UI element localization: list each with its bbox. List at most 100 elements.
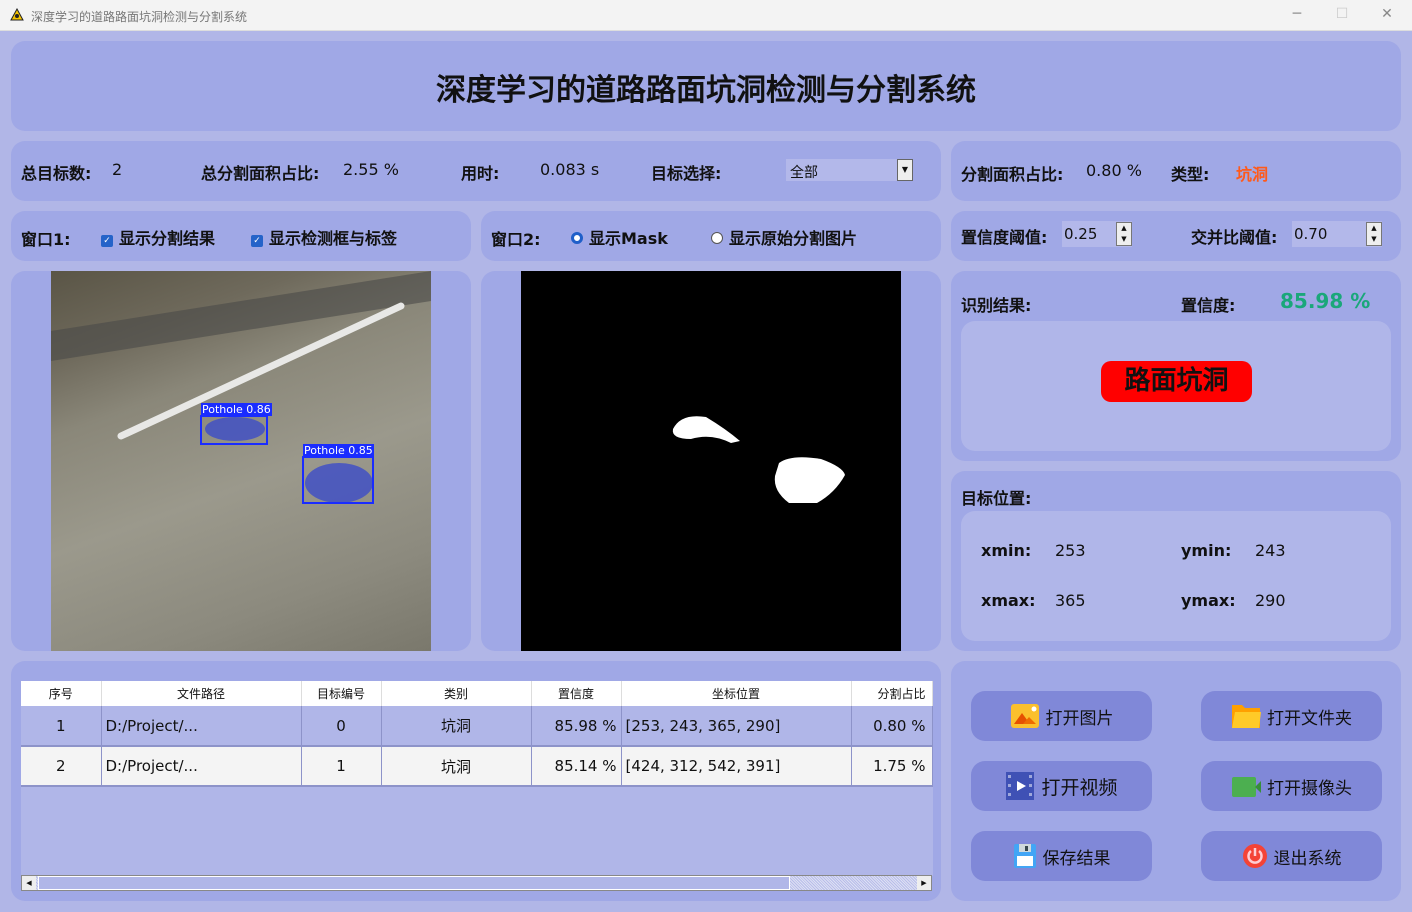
mask-image [521,271,901,651]
image-icon [1010,704,1039,728]
title-bar: 深度学习的道路路面坑洞检测与分割系统 ─ ☐ ✕ [0,0,1412,31]
xmax-value: 365 [1055,591,1086,610]
image-panel-2 [481,271,941,651]
show-box-label: 显示检测框与标签 [269,229,398,248]
camera-icon [1232,777,1261,797]
open-folder-button[interactable]: 打开文件夹 [1201,691,1382,741]
cell[interactable]: 0 [301,706,382,747]
table-row[interactable]: 2 D:/Project/... 1 坑洞 85.14 % [424, 312,… [21,746,933,787]
scroll-right-icon[interactable]: ▶ [917,876,931,890]
col-header[interactable]: 类别 [381,681,532,706]
open-image-label: 打开图片 [1045,708,1114,729]
time-label: 用时: [461,164,500,183]
spin-arrows-icon[interactable]: ▲ ▼ [1366,222,1382,246]
video-icon [1006,772,1035,800]
chevron-down-icon[interactable]: ▼ [897,159,913,181]
show-box-checkbox[interactable]: ✓ 显示检测框与标签 [251,225,397,249]
road-scene-graphic [51,271,431,504]
cell[interactable]: 1 [21,706,102,747]
total-value: 2 [112,160,123,179]
minimize-button[interactable]: ─ [1287,6,1307,22]
cell[interactable]: 1.75 % [851,746,933,787]
cell[interactable]: D:/Project/... [101,746,302,787]
type-value: 坑洞 [1236,165,1269,184]
open-video-button[interactable]: 打开视频 [971,761,1152,811]
save-icon [1013,844,1036,868]
exit-button[interactable]: 退出系统 [1201,831,1382,881]
window2-panel: 窗口2: 显示Mask 显示原始分割图片 [481,211,941,261]
radio-unselected-icon [711,232,723,244]
conf-threshold-spinbox[interactable]: 0.25 ▲ ▼ [1062,221,1132,247]
cell[interactable]: 1 [301,746,382,787]
horizontal-scrollbar[interactable]: ◀ ▶ [21,875,932,891]
position-label: 目标位置: [961,489,1032,508]
cell[interactable]: 85.98 % [531,706,622,747]
power-icon [1242,844,1267,868]
class-badge: 路面坑洞 [1101,361,1252,402]
open-image-button[interactable]: 打开图片 [971,691,1152,741]
col-header[interactable]: 置信度 [531,681,622,706]
col-header[interactable]: 目标编号 [301,681,382,706]
close-button[interactable]: ✕ [1377,6,1397,22]
cell[interactable]: 坑洞 [381,706,532,747]
time-value: 0.083 s [540,160,600,179]
window-title: 深度学习的道路路面坑洞检测与分割系统 [31,10,248,24]
table-row[interactable]: 1 D:/Project/... 0 坑洞 85.98 % [253, 243,… [21,706,933,747]
exit-label: 退出系统 [1273,848,1342,869]
col-header[interactable]: 文件路径 [101,681,302,706]
iou-threshold-spinbox[interactable]: 0.70 ▲ ▼ [1292,221,1382,247]
cell[interactable]: 坑洞 [381,746,532,787]
open-video-label: 打开视频 [1041,776,1118,799]
page-title: 深度学习的道路路面坑洞检测与分割系统 [436,73,976,108]
folder-icon [1232,705,1261,728]
save-button[interactable]: 保存结果 [971,831,1152,881]
type-label: 类型: [1171,165,1210,184]
cell[interactable]: [253, 243, 365, 290] [621,706,852,747]
xmin-label: xmin: [981,541,1032,560]
spin-arrows-icon[interactable]: ▲ ▼ [1116,222,1132,246]
show-mask-radio[interactable]: 显示Mask [571,225,668,249]
col-header[interactable]: 坐标位置 [621,681,852,706]
result-box: 路面坑洞 [961,321,1391,451]
app-logo-icon [10,8,24,21]
detection-image: Pothole 0.86 Pothole 0.85 [51,271,431,651]
image-panel-1: Pothole 0.86 Pothole 0.85 [11,271,471,651]
stats-panel: 总目标数: 2 总分割面积占比: 2.55 % 用时: 0.083 s 目标选择… [11,141,941,201]
save-label: 保存结果 [1042,848,1111,869]
cell[interactable]: D:/Project/... [101,706,302,747]
show-original-label: 显示原始分割图片 [729,229,858,248]
total-label: 总目标数: [21,164,92,183]
window1-panel: 窗口1: ✓ 显示分割结果 ✓ 显示检测框与标签 [11,211,471,261]
cell[interactable]: 0.80 % [851,706,933,747]
mask-blobs-graphic [672,416,845,503]
radio-selected-icon [571,232,583,244]
cell[interactable]: 2 [21,746,102,787]
window2-label: 窗口2: [491,230,541,249]
show-original-radio[interactable]: 显示原始分割图片 [711,225,857,249]
result-conf-value: 85.98 % [1280,289,1371,313]
area-value: 2.55 % [343,160,399,179]
iou-threshold-label: 交并比阈值: [1191,228,1278,247]
show-mask-label: 显示Mask [589,229,668,248]
result-label: 识别结果: [961,296,1032,315]
scrollbar-thumb[interactable] [38,876,790,890]
open-camera-button[interactable]: 打开摄像头 [1201,761,1382,811]
header-panel: 深度学习的道路路面坑洞检测与分割系统 [11,41,1401,131]
maximize-button[interactable]: ☐ [1332,6,1352,22]
detection-label: Pothole 0.86 [201,403,272,416]
seg-area-label: 分割面积占比: [961,165,1064,184]
window1-label: 窗口1: [21,230,71,249]
conf-threshold-label: 置信度阈值: [961,228,1048,247]
checkbox-checked-icon: ✓ [101,235,113,247]
result-panel: 识别结果: 置信度: 85.98 % 路面坑洞 [951,271,1401,461]
show-seg-checkbox[interactable]: ✓ 显示分割结果 [101,225,215,249]
cell[interactable]: [424, 312, 542, 391] [621,746,852,787]
position-panel: 目标位置: xmin: 253 ymin: 243 xmax: 365 ymax… [951,471,1401,651]
scroll-left-icon[interactable]: ◀ [22,876,36,890]
result-conf-label: 置信度: [1181,296,1236,315]
cell[interactable]: 85.14 % [531,746,622,787]
target-select[interactable]: 全部 ▼ [786,159,913,181]
col-header[interactable]: 序号 [21,681,102,706]
col-header[interactable]: 分割占比 [851,681,933,706]
conf-threshold-value: 0.25 [1064,225,1098,243]
